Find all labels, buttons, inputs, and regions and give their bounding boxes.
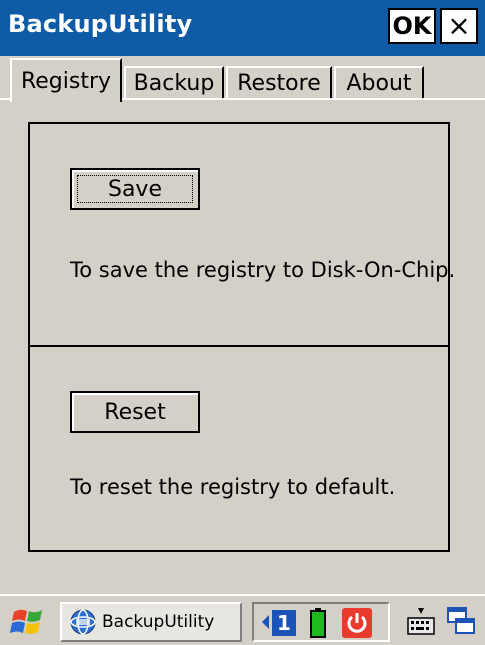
ok-button[interactable]: OK xyxy=(388,8,436,44)
power-icon[interactable] xyxy=(342,608,372,638)
reset-section: Reset To reset the registry to default. xyxy=(28,345,450,552)
reset-button[interactable]: Reset xyxy=(70,391,200,433)
keyboard-icon[interactable] xyxy=(406,606,436,636)
window-switch-icon[interactable] xyxy=(446,606,476,636)
title-bar: BackupUtility OK × xyxy=(0,0,485,56)
window-title: BackupUtility xyxy=(8,10,193,38)
system-tray: 1 xyxy=(252,602,390,642)
save-description: To save the registry to Disk-On-Chip. xyxy=(70,258,456,282)
task-backuputility-button[interactable]: BackupUtility xyxy=(60,602,242,642)
task-label: BackupUtility xyxy=(102,612,215,632)
tab-about[interactable]: About xyxy=(334,66,424,98)
tab-backup[interactable]: Backup xyxy=(124,66,224,98)
arrow-left-icon[interactable] xyxy=(260,614,270,630)
tray-number-badge[interactable]: 1 xyxy=(272,610,296,636)
save-button[interactable]: Save xyxy=(70,168,200,210)
tab-restore[interactable]: Restore xyxy=(226,66,332,98)
battery-icon[interactable] xyxy=(310,608,326,638)
windows-start-icon[interactable] xyxy=(8,604,50,640)
save-section: Save To save the registry to Disk-On-Chi… xyxy=(28,122,455,347)
close-button[interactable]: × xyxy=(440,8,478,44)
reset-description: To reset the registry to default. xyxy=(70,475,396,499)
registry-panel: Save To save the registry to Disk-On-Chi… xyxy=(8,100,478,592)
close-icon: × xyxy=(447,9,471,42)
tab-registry[interactable]: Registry xyxy=(10,58,122,102)
app-globe-icon xyxy=(70,609,96,635)
taskbar: BackupUtility 1 xyxy=(0,594,485,645)
